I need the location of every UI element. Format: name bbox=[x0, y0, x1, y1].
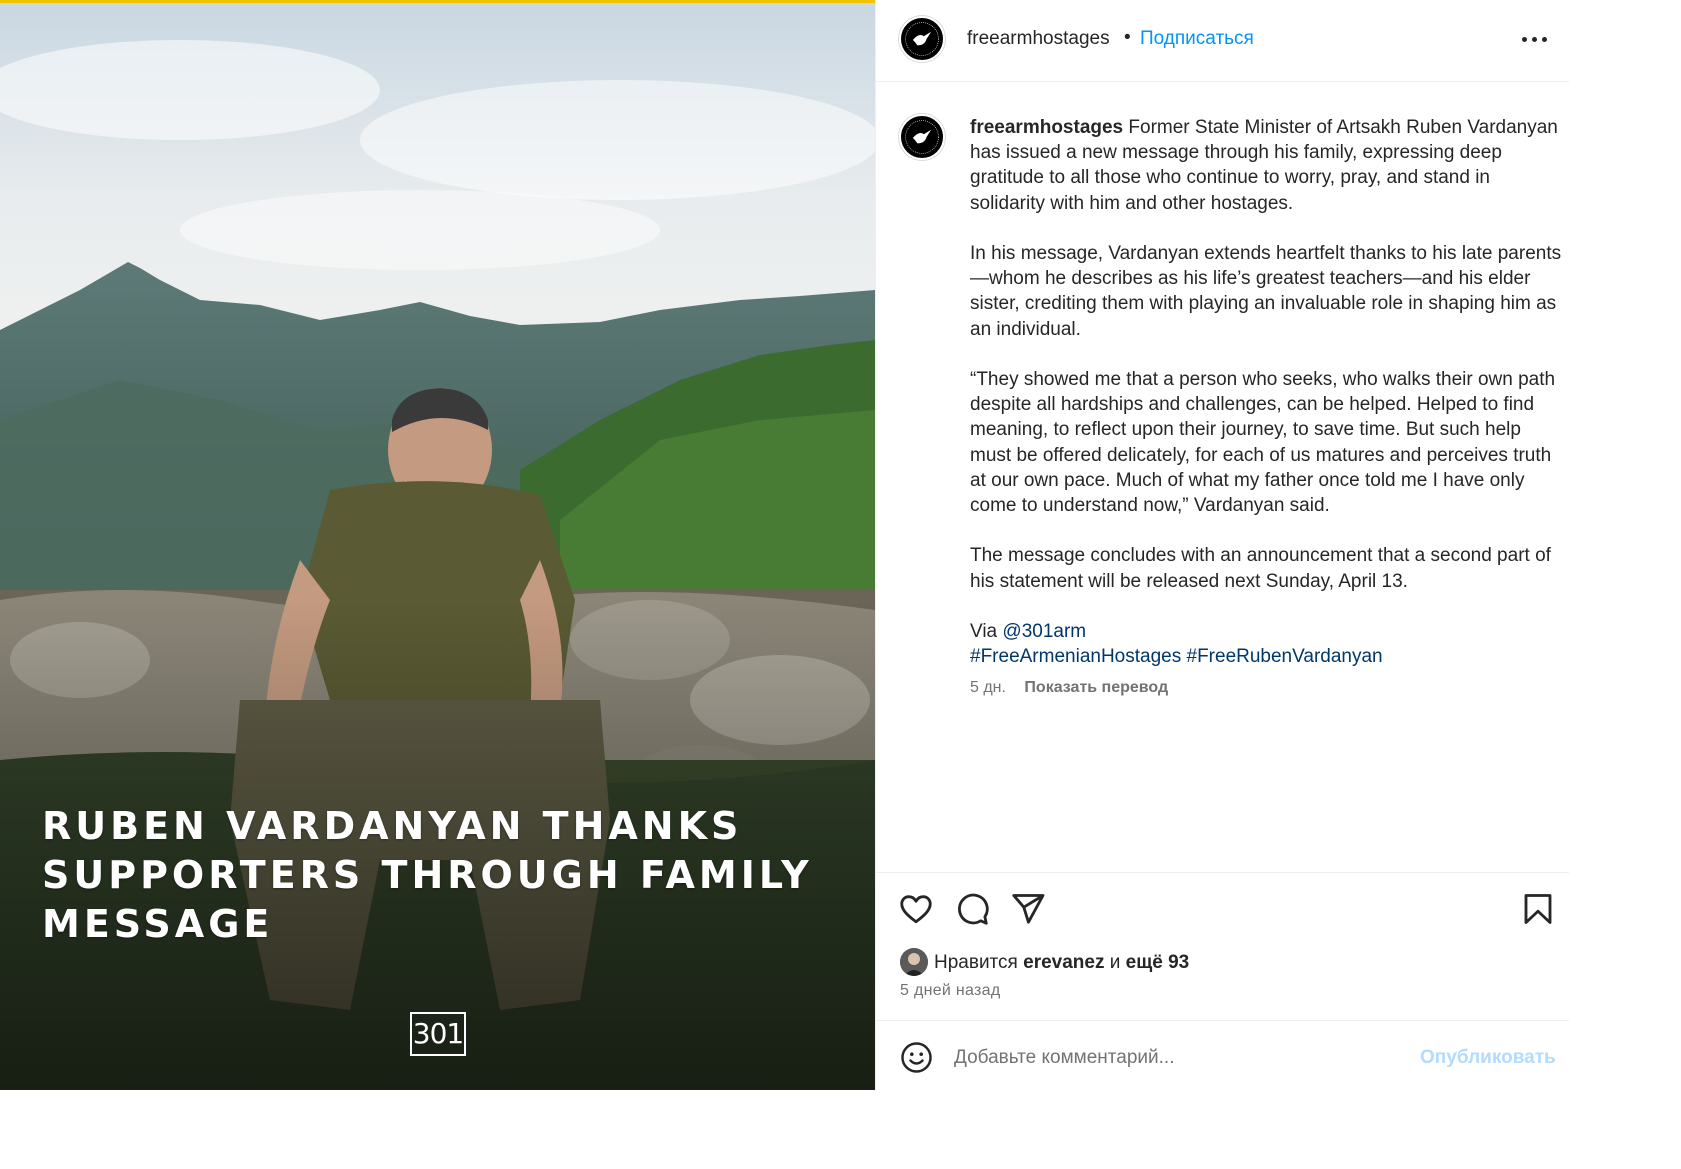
post-panel: freearmhostages • Подписаться freearmhos… bbox=[875, 0, 1569, 1090]
caption-paragraph: The message concludes with an announceme… bbox=[970, 545, 1551, 592]
caption-meta: 5 дн. Показать перевод bbox=[970, 675, 1562, 700]
media-headline: RUBEN VARDANYAN THANKS SUPPORTERS THROUG… bbox=[42, 804, 813, 946]
publish-button[interactable]: Опубликовать bbox=[1420, 1047, 1556, 1069]
caption-time[interactable]: 5 дн. bbox=[970, 679, 1006, 696]
send-icon[interactable] bbox=[1010, 891, 1046, 927]
liker-username[interactable]: erevanez bbox=[1023, 952, 1104, 973]
bookmark-icon[interactable] bbox=[1520, 891, 1556, 927]
caption-paragraph: “They showed me that a person who seeks,… bbox=[970, 369, 1556, 517]
translate-button[interactable]: Показать перевод bbox=[1024, 679, 1168, 696]
heart-icon[interactable] bbox=[898, 891, 934, 927]
more-horizontal-icon[interactable] bbox=[1522, 24, 1548, 54]
likes-prefix: Нравится bbox=[934, 952, 1018, 973]
comment-icon[interactable] bbox=[954, 891, 990, 927]
follow-button[interactable]: Подписаться bbox=[1140, 28, 1254, 50]
caption-paragraph: In his message, Vardanyan extends heartf… bbox=[970, 243, 1562, 340]
hashtag-link[interactable]: #FreeRubenVardanyan bbox=[1187, 646, 1383, 667]
comment-form: Опубликовать bbox=[876, 1020, 1569, 1090]
caption-area: freearmhostages Former State Minister of… bbox=[876, 84, 1569, 870]
mention-link[interactable]: @301arm bbox=[1002, 621, 1086, 642]
hashtag-link[interactable]: #FreeArmenianHostages bbox=[970, 646, 1181, 667]
post-header: freearmhostages • Подписаться bbox=[876, 0, 1569, 82]
via-label: Via bbox=[970, 621, 998, 642]
author-username[interactable]: freearmhostages bbox=[967, 28, 1110, 50]
author-avatar[interactable] bbox=[899, 16, 945, 62]
dove-logo-icon bbox=[902, 19, 942, 59]
caption-avatar[interactable] bbox=[899, 114, 945, 160]
media-accent-bar bbox=[0, 0, 875, 3]
post-timestamp[interactable]: 5 дней назад bbox=[900, 982, 1001, 1000]
header-separator: • bbox=[1124, 27, 1131, 48]
media-logo: 301 bbox=[410, 1012, 466, 1056]
action-bar bbox=[876, 872, 1569, 942]
likes-conj: и bbox=[1109, 952, 1121, 973]
post-media[interactable]: RUBEN VARDANYAN THANKS SUPPORTERS THROUG… bbox=[0, 0, 875, 1090]
comment-input[interactable] bbox=[954, 1041, 1394, 1075]
caption-username[interactable]: freearmhostages bbox=[970, 117, 1123, 138]
caption-text: freearmhostages Former State Minister of… bbox=[970, 115, 1562, 701]
smiley-icon[interactable] bbox=[900, 1041, 933, 1074]
likes-count-link[interactable]: ещё 93 bbox=[1126, 952, 1190, 973]
dove-logo-icon bbox=[902, 117, 942, 157]
liker-avatar[interactable] bbox=[900, 948, 928, 976]
